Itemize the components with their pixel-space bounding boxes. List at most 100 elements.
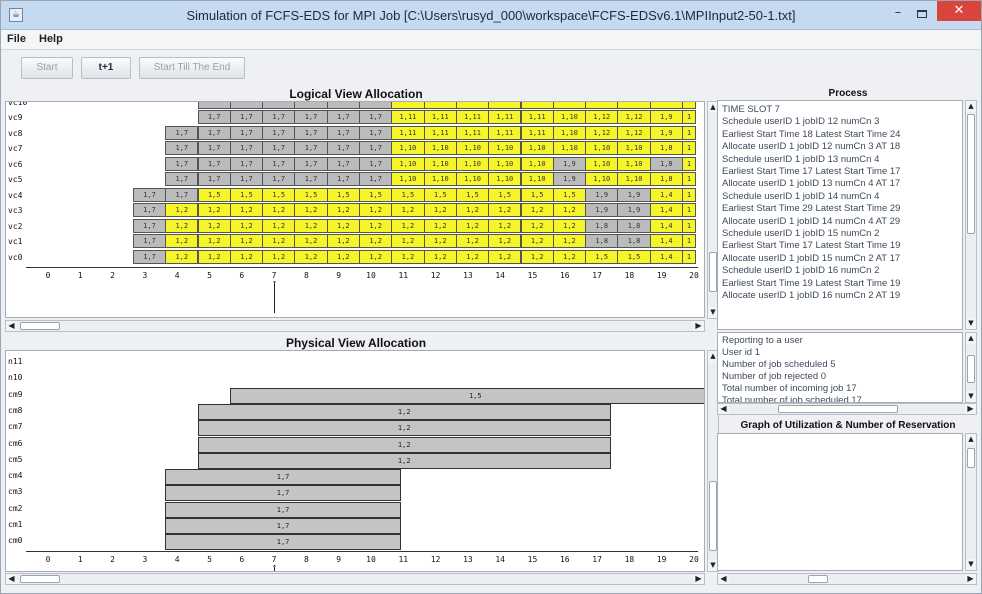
log-line: Allocate userID 1 jobID 13 numCn 4 AT 17 [722, 178, 901, 190]
scroll-left-icon[interactable]: ◀ [718, 574, 729, 584]
scroll-thumb[interactable] [20, 575, 60, 583]
allocation-cell: 1,7 [197, 110, 231, 124]
scroll-thumb[interactable] [808, 575, 828, 583]
allocation-cell: 1,10 [585, 141, 619, 155]
scroll-thumb[interactable] [709, 252, 717, 292]
allocation-cell [391, 102, 425, 109]
allocation-cell: 1,10 [520, 141, 554, 155]
scroll-thumb[interactable] [778, 405, 898, 413]
scroll-right-icon[interactable]: ▶ [965, 404, 976, 414]
menu-file[interactable]: File [7, 33, 26, 45]
allocation-cell: 1,8 [649, 172, 683, 186]
allocation-cell: 1,5 [391, 187, 425, 202]
graph-hscrollbar[interactable]: ◀ ▶ [717, 573, 977, 585]
scroll-left-icon[interactable]: ◀ [6, 321, 17, 331]
allocation-cell: 1,2 [520, 203, 554, 217]
scroll-thumb[interactable] [967, 355, 975, 383]
allocation-cell: 1,2 [326, 203, 360, 217]
scroll-left-icon[interactable]: ◀ [718, 404, 729, 414]
process-log: TIME SLOT 7 Schedule userID 1 jobID 12 nu… [717, 100, 963, 330]
allocation-cell: 1,7 [132, 218, 167, 233]
allocation-cell: 1,10 [617, 141, 651, 155]
log-line: Earliest Start Time 17 Latest Start Time… [722, 166, 901, 177]
row-label: cm9 [8, 389, 23, 399]
tick-label: 13 [463, 271, 473, 280]
start-till-end-button[interactable]: Start Till The End [139, 57, 245, 79]
allocation-cell: 1,10 [552, 141, 587, 155]
allocation-cell: 1 [682, 249, 696, 264]
allocation-cell: 1,2 [455, 218, 490, 233]
allocation-cell: 1,7 [197, 125, 231, 140]
allocation-cell: 1,11 [520, 125, 554, 140]
row-label: cm5 [8, 454, 23, 464]
allocation-cell: 1,2 [165, 234, 199, 248]
report-vscrollbar[interactable]: ▲ ▼ [965, 332, 977, 403]
scroll-left-icon[interactable]: ◀ [6, 574, 17, 584]
allocation-cell: 1,2 [229, 234, 264, 248]
physical-hscrollbar[interactable]: ◀ ▶ [5, 573, 705, 585]
scroll-thumb[interactable] [709, 481, 717, 551]
allocation-cell: 1,5 [617, 249, 651, 264]
start-button[interactable]: Start [21, 57, 73, 79]
scroll-thumb[interactable] [967, 448, 975, 468]
menu-bar: File Help [1, 30, 981, 50]
row-label: vc2 [8, 221, 23, 231]
scroll-right-icon[interactable]: ▶ [693, 321, 704, 331]
allocation-cell: 1,7 [132, 234, 167, 248]
report-hscrollbar[interactable]: ◀ ▶ [717, 403, 977, 415]
scroll-right-icon[interactable]: ▶ [965, 574, 976, 584]
log-line: Reporting to a user [722, 335, 803, 346]
allocation-cell: 1,10 [617, 172, 651, 186]
scroll-up-icon[interactable]: ▲ [966, 434, 976, 445]
allocation-cell: 1,2 [391, 218, 425, 233]
tick-label: 1 [77, 271, 83, 280]
scroll-thumb[interactable] [967, 114, 975, 234]
log-line: Total number of incoming job 17 [722, 383, 857, 394]
allocation-cell: 1,2 [423, 249, 457, 264]
logical-hscrollbar[interactable]: ◀ ▶ [5, 320, 705, 332]
allocation-cell: 1,7 [294, 110, 328, 124]
scroll-down-icon[interactable]: ▼ [966, 391, 976, 402]
allocation-cell: 1,10 [585, 172, 619, 186]
allocation-cell: 1,8 [585, 234, 619, 248]
tick-label: 14 [495, 271, 505, 280]
allocation-bar: 1,2 [197, 436, 611, 453]
scroll-down-icon[interactable]: ▼ [966, 318, 976, 329]
allocation-cell: 1,7 [294, 172, 328, 186]
allocation-cell: 1,2 [262, 234, 296, 248]
scroll-down-icon[interactable]: ▼ [966, 559, 976, 570]
allocation-cell: 1,7 [229, 172, 264, 186]
log-line: Earliest Start Time 17 Latest Start Time… [722, 240, 901, 252]
allocation-cell: 1,10 [423, 172, 457, 186]
process-vscrollbar[interactable]: ▲ ▼ [965, 100, 977, 330]
tick-label: 7 [271, 554, 277, 564]
scroll-right-icon[interactable]: ▶ [693, 574, 704, 584]
allocation-cell: 1,10 [488, 172, 522, 186]
scroll-up-icon[interactable]: ▲ [966, 101, 976, 112]
scroll-up-icon[interactable]: ▲ [966, 333, 976, 344]
step-button[interactable]: t+1 [81, 57, 131, 79]
window-title: Simulation of FCFS-EDS for MPI Job [C:\U… [186, 8, 796, 23]
minimize-button[interactable]: – [887, 6, 909, 23]
menu-help[interactable]: Help [39, 33, 63, 45]
graph-vscrollbar[interactable]: ▲ ▼ [965, 433, 977, 571]
tick-label: 3 [142, 271, 148, 280]
allocation-cell: 1,2 [552, 234, 587, 248]
allocation-cell: 1 [682, 156, 696, 171]
allocation-cell: 1,10 [520, 156, 554, 171]
close-button[interactable]: ✕ [937, 1, 981, 21]
maximize-button[interactable] [911, 7, 933, 23]
scroll-thumb[interactable] [20, 322, 60, 330]
allocation-cell: 1,2 [455, 203, 490, 217]
allocation-cell [229, 102, 264, 109]
allocation-cell: 1,2 [359, 203, 393, 217]
allocation-cell: 1,10 [552, 125, 587, 140]
allocation-cell: 1,2 [359, 218, 393, 233]
allocation-cell: 1,2 [359, 249, 393, 264]
allocation-cell: 1,5 [229, 187, 264, 202]
allocation-cell [617, 102, 651, 109]
allocation-cell: 1,7 [165, 172, 199, 186]
tick-label: 7 [271, 271, 277, 280]
tick-label: 6 [239, 554, 245, 564]
allocation-cell: 1,2 [326, 249, 360, 264]
